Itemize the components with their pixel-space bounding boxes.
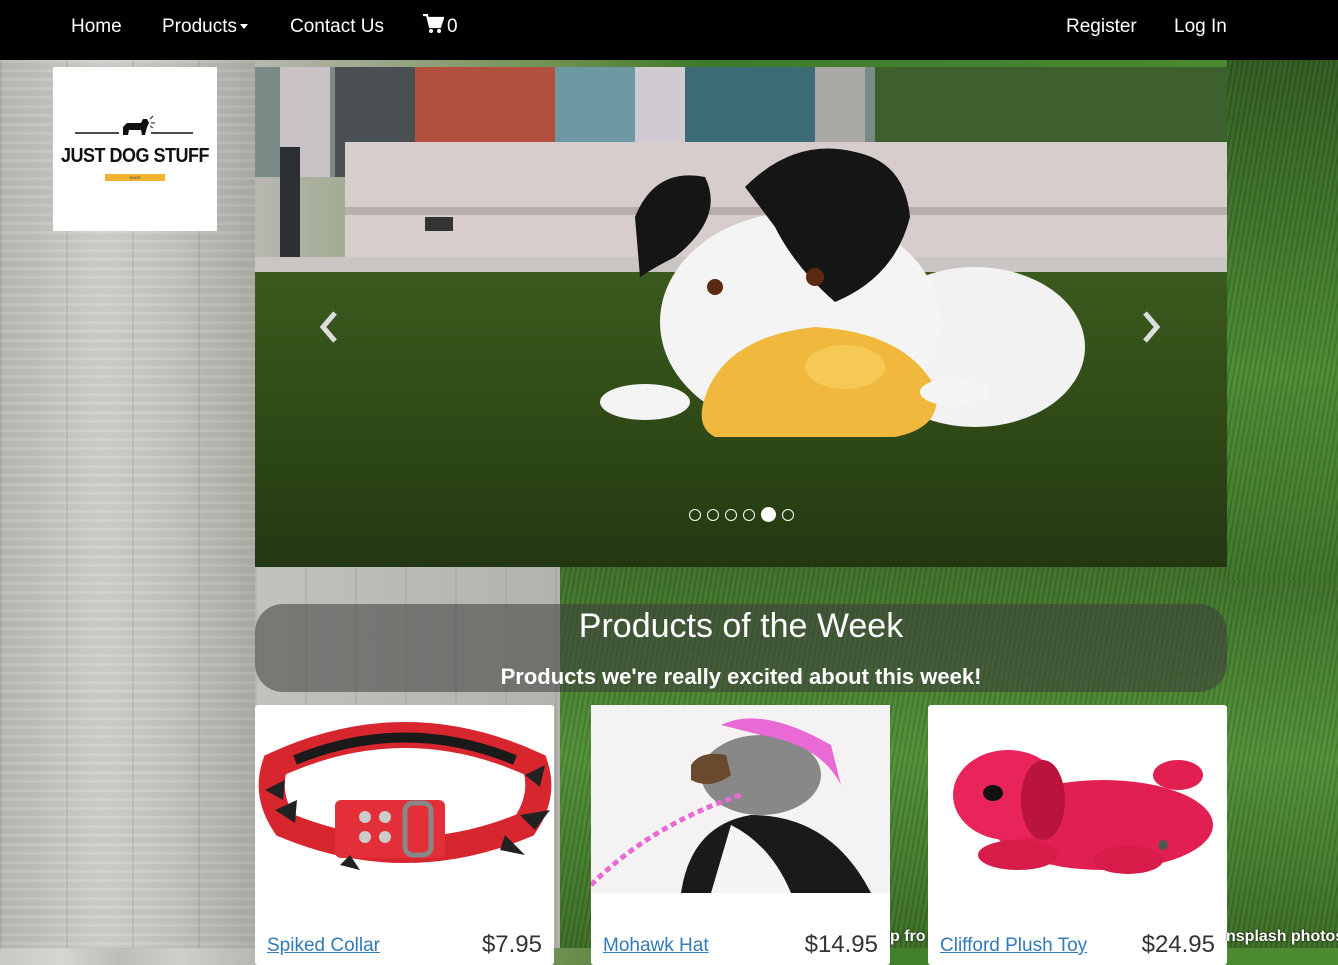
carousel-indicator-active[interactable] xyxy=(760,507,776,522)
nav-products-label: Products xyxy=(162,16,237,37)
nav-login-link[interactable]: Log In xyxy=(1174,14,1227,40)
chevron-left-icon xyxy=(319,311,337,343)
carousel-indicator[interactable] xyxy=(688,508,701,521)
nav-home-link[interactable]: Home xyxy=(71,14,122,40)
product-price: $7.95 xyxy=(481,931,542,958)
carousel-indicator[interactable] xyxy=(706,508,719,521)
carousel-prev-button[interactable] xyxy=(315,307,345,347)
clifford-plush-image xyxy=(953,750,1213,874)
product-card[interactable]: Spiked Collar $7.95 xyxy=(255,705,554,965)
product-card[interactable]: Mohawk Hat $14.95 xyxy=(591,705,890,965)
carousel-indicators xyxy=(255,507,1227,522)
caret-down-icon xyxy=(239,24,248,30)
hero-carousel xyxy=(255,67,1227,567)
carousel-indicator[interactable] xyxy=(724,508,737,521)
cart-count: 0 xyxy=(447,16,458,37)
product-name-link[interactable]: Clifford Plush Toy xyxy=(940,935,1087,957)
carousel-indicator[interactable] xyxy=(781,508,794,521)
photo-credit-fragment: p fro xyxy=(890,928,926,945)
product-price: $24.95 xyxy=(1141,931,1215,958)
nav-cart-link[interactable]: 0 xyxy=(423,14,458,40)
product-price: $14.95 xyxy=(804,931,878,958)
product-card[interactable]: Clifford Plush Toy $24.95 xyxy=(928,705,1227,965)
photo-credit-text[interactable]: nsplash photos xyxy=(1226,928,1338,946)
nav-products-dropdown[interactable]: Products xyxy=(162,14,248,40)
carousel-slide-image xyxy=(255,67,1227,567)
carousel-next-button[interactable] xyxy=(1135,307,1165,347)
mohawk-hat-image xyxy=(591,705,890,893)
carousel-indicator[interactable] xyxy=(742,508,755,521)
section-title: Products of the Week xyxy=(578,607,904,645)
products-of-week-banner: Products of the Week Products we're real… xyxy=(255,604,1227,692)
background-grass-texture-right xyxy=(1227,60,1338,580)
product-name-link[interactable]: Mohawk Hat xyxy=(603,935,709,957)
top-navbar: Home Products Contact Us 0 Register Log … xyxy=(0,0,1338,60)
logo-text: JUST DOG STUFF xyxy=(60,143,210,167)
brand-logo[interactable]: JUST DOG STUFF SHOP xyxy=(53,67,217,231)
section-subtitle: Products we're really excited about this… xyxy=(500,664,982,689)
nav-register-link[interactable]: Register xyxy=(1066,14,1137,40)
shopping-cart-icon xyxy=(423,14,444,33)
chevron-right-icon xyxy=(1143,311,1161,343)
product-name-link[interactable]: Spiked Collar xyxy=(267,935,380,957)
logo-subtext: SHOP xyxy=(105,174,165,181)
spiked-collar-image xyxy=(258,722,552,870)
nav-contact-link[interactable]: Contact Us xyxy=(290,14,384,40)
